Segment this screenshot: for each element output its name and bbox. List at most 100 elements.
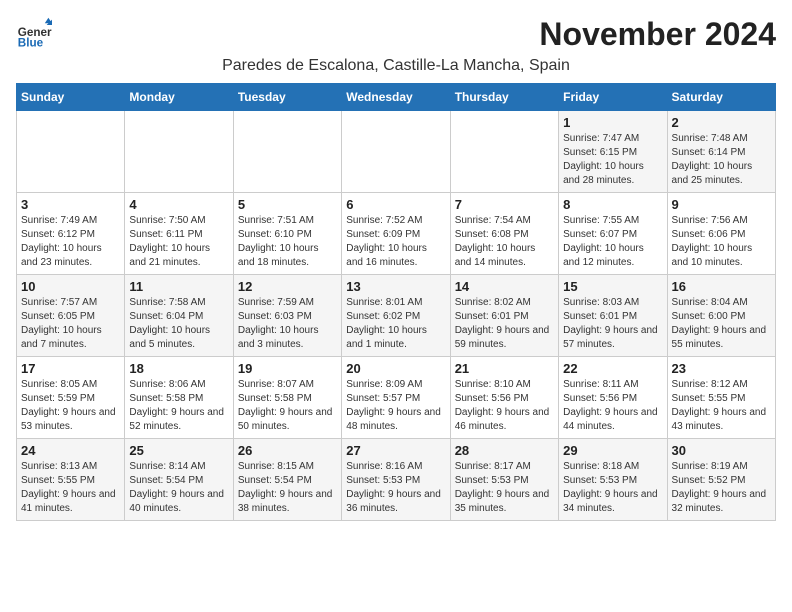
day-info: Sunrise: 8:10 AMSunset: 5:56 PMDaylight:… [455, 378, 554, 434]
calendar-cell: 27 Sunrise: 8:16 AMSunset: 5:53 PMDayligh… [342, 439, 450, 521]
day-info: Sunrise: 8:01 AMSunset: 6:02 PMDaylight:… [346, 296, 445, 352]
calendar-cell: 25Sunrise: 8:14 AMSunset: 5:54 PMDayligh… [125, 439, 233, 521]
calendar-cell: 30 Sunrise: 8:19 AMSunset: 5:52 PMDayligh… [667, 439, 775, 521]
day-number: 6 [346, 197, 445, 212]
day-info: Sunrise: 7:52 AMSunset: 6:09 PMDaylight:… [346, 214, 445, 270]
calendar-cell: 12 Sunrise: 7:59 AMSunset: 6:03 PMDayligh… [233, 275, 341, 357]
calendar-cell: 1 Sunrise: 7:47 AMSunset: 6:15 PMDaylight… [559, 111, 667, 193]
day-info: Sunrise: 7:58 AMSunset: 6:04 PMDaylight:… [129, 296, 228, 352]
calendar-cell: 5 Sunrise: 7:51 AMSunset: 6:10 PMDaylight… [233, 193, 341, 275]
day-number: 15 [563, 279, 662, 294]
day-number: 7 [455, 197, 554, 212]
calendar-header-row: SundayMondayTuesdayWednesdayThursdayFrid… [17, 84, 776, 111]
day-header-sunday: Sunday [17, 84, 125, 111]
day-number: 4 [129, 197, 228, 212]
day-info: Sunrise: 7:55 AMSunset: 6:07 PMDaylight:… [563, 214, 662, 270]
day-info: Sunrise: 7:50 AMSunset: 6:11 PMDaylight:… [129, 214, 228, 270]
calendar-cell: 3Sunrise: 7:49 AMSunset: 6:12 PMDaylight… [17, 193, 125, 275]
day-number: 29 [563, 443, 662, 458]
day-info: Sunrise: 8:15 AMSunset: 5:54 PMDaylight:… [238, 460, 337, 516]
calendar-cell [342, 111, 450, 193]
day-header-saturday: Saturday [667, 84, 775, 111]
calendar-cell: 14 Sunrise: 8:02 AMSunset: 6:01 PMDayligh… [450, 275, 558, 357]
calendar-cell: 4 Sunrise: 7:50 AMSunset: 6:11 PMDaylight… [125, 193, 233, 275]
day-info: Sunrise: 8:03 AMSunset: 6:01 PMDaylight:… [563, 296, 662, 352]
day-number: 5 [238, 197, 337, 212]
day-number: 11 [129, 279, 228, 294]
calendar-week-1: 1 Sunrise: 7:47 AMSunset: 6:15 PMDaylight… [17, 111, 776, 193]
calendar-cell: 10Sunrise: 7:57 AMSunset: 6:05 PMDayligh… [17, 275, 125, 357]
calendar-cell: 2 Sunrise: 7:48 AMSunset: 6:14 PMDaylight… [667, 111, 775, 193]
calendar-cell: 19 Sunrise: 8:07 AMSunset: 5:58 PMDayligh… [233, 357, 341, 439]
day-number: 24 [21, 443, 120, 458]
calendar-table: SundayMondayTuesdayWednesdayThursdayFrid… [16, 83, 776, 521]
calendar-cell: 17 Sunrise: 8:05 AMSunset: 5:59 PMDayligh… [17, 357, 125, 439]
day-number: 22 [563, 361, 662, 376]
day-number: 14 [455, 279, 554, 294]
calendar-cell: 21 Sunrise: 8:10 AMSunset: 5:56 PMDayligh… [450, 357, 558, 439]
calendar-cell [17, 111, 125, 193]
calendar-cell [125, 111, 233, 193]
day-number: 23 [672, 361, 771, 376]
day-number: 19 [238, 361, 337, 376]
day-info: Sunrise: 8:16 AMSunset: 5:53 PMDaylight:… [346, 460, 445, 516]
month-title: November 2024 [539, 16, 776, 53]
calendar-cell: 22 Sunrise: 8:11 AMSunset: 5:56 PMDayligh… [559, 357, 667, 439]
calendar-cell: 20 Sunrise: 8:09 AMSunset: 5:57 PMDayligh… [342, 357, 450, 439]
location-title: Paredes de Escalona, Castille-La Mancha,… [16, 57, 776, 75]
day-info: Sunrise: 7:56 AMSunset: 6:06 PMDaylight:… [672, 214, 771, 270]
calendar-cell: 7 Sunrise: 7:54 AMSunset: 6:08 PMDaylight… [450, 193, 558, 275]
day-info: Sunrise: 8:17 AMSunset: 5:53 PMDaylight:… [455, 460, 554, 516]
day-number: 20 [346, 361, 445, 376]
day-info: Sunrise: 8:06 AMSunset: 5:58 PMDaylight:… [129, 378, 228, 434]
calendar-cell [450, 111, 558, 193]
day-info: Sunrise: 8:07 AMSunset: 5:58 PMDaylight:… [238, 378, 337, 434]
day-number: 26 [238, 443, 337, 458]
day-info: Sunrise: 7:47 AMSunset: 6:15 PMDaylight:… [563, 132, 662, 188]
svg-text:Blue: Blue [18, 37, 44, 50]
day-header-thursday: Thursday [450, 84, 558, 111]
logo: General Blue [16, 16, 54, 52]
day-info: Sunrise: 8:09 AMSunset: 5:57 PMDaylight:… [346, 378, 445, 434]
day-number: 9 [672, 197, 771, 212]
calendar-cell: 26 Sunrise: 8:15 AMSunset: 5:54 PMDayligh… [233, 439, 341, 521]
calendar-cell: 8 Sunrise: 7:55 AMSunset: 6:07 PMDaylight… [559, 193, 667, 275]
day-info: Sunrise: 8:11 AMSunset: 5:56 PMDaylight:… [563, 378, 662, 434]
day-info: Sunrise: 8:18 AMSunset: 5:53 PMDaylight:… [563, 460, 662, 516]
day-info: Sunrise: 7:59 AMSunset: 6:03 PMDaylight:… [238, 296, 337, 352]
day-number: 28 [455, 443, 554, 458]
calendar-cell: 29 Sunrise: 8:18 AMSunset: 5:53 PMDayligh… [559, 439, 667, 521]
page-header: General Blue November 2024 [16, 16, 776, 53]
calendar-week-2: 3Sunrise: 7:49 AMSunset: 6:12 PMDaylight… [17, 193, 776, 275]
day-info: Sunrise: 7:51 AMSunset: 6:10 PMDaylight:… [238, 214, 337, 270]
calendar-cell: 6 Sunrise: 7:52 AMSunset: 6:09 PMDaylight… [342, 193, 450, 275]
day-info: Sunrise: 8:12 AMSunset: 5:55 PMDaylight:… [672, 378, 771, 434]
day-number: 2 [672, 115, 771, 130]
day-number: 30 [672, 443, 771, 458]
calendar-cell: 15 Sunrise: 8:03 AMSunset: 6:01 PMDayligh… [559, 275, 667, 357]
day-info: Sunrise: 7:49 AMSunset: 6:12 PMDaylight:… [21, 214, 120, 270]
day-number: 1 [563, 115, 662, 130]
day-info: Sunrise: 8:02 AMSunset: 6:01 PMDaylight:… [455, 296, 554, 352]
day-number: 16 [672, 279, 771, 294]
calendar-cell [233, 111, 341, 193]
day-number: 21 [455, 361, 554, 376]
calendar-cell: 13Sunrise: 8:01 AMSunset: 6:02 PMDayligh… [342, 275, 450, 357]
day-info: Sunrise: 8:19 AMSunset: 5:52 PMDaylight:… [672, 460, 771, 516]
day-number: 27 [346, 443, 445, 458]
day-info: Sunrise: 8:05 AMSunset: 5:59 PMDaylight:… [21, 378, 120, 434]
day-number: 17 [21, 361, 120, 376]
day-info: Sunrise: 7:57 AMSunset: 6:05 PMDaylight:… [21, 296, 120, 352]
day-number: 25 [129, 443, 228, 458]
day-info: Sunrise: 7:48 AMSunset: 6:14 PMDaylight:… [672, 132, 771, 188]
day-info: Sunrise: 8:13 AMSunset: 5:55 PMDaylight:… [21, 460, 120, 516]
calendar-week-4: 17 Sunrise: 8:05 AMSunset: 5:59 PMDayligh… [17, 357, 776, 439]
day-number: 12 [238, 279, 337, 294]
day-header-friday: Friday [559, 84, 667, 111]
logo-icon: General Blue [16, 16, 52, 52]
calendar-cell: 11 Sunrise: 7:58 AMSunset: 6:04 PMDayligh… [125, 275, 233, 357]
day-info: Sunrise: 7:54 AMSunset: 6:08 PMDaylight:… [455, 214, 554, 270]
day-header-tuesday: Tuesday [233, 84, 341, 111]
day-number: 8 [563, 197, 662, 212]
calendar-cell: 18Sunrise: 8:06 AMSunset: 5:58 PMDayligh… [125, 357, 233, 439]
